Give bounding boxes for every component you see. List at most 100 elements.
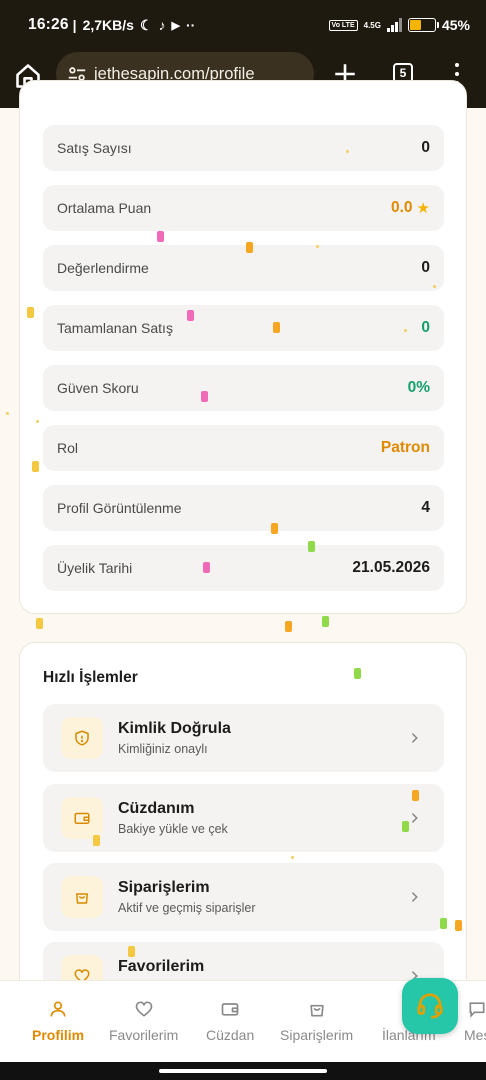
nav-label: Favorilerim (109, 1027, 179, 1043)
stat-value: 0 (421, 319, 430, 336)
stat-row-role: Rol Patron (43, 425, 444, 471)
confetti-piece (402, 821, 409, 832)
stat-label: Tamamlanan Satış (57, 320, 173, 336)
confetti-piece (440, 918, 447, 929)
bag-icon (61, 876, 103, 918)
stat-label: Profil Görüntülenme (57, 500, 182, 516)
confetti-piece (322, 616, 329, 627)
stat-value: 4 (421, 499, 430, 516)
status-right: Vo LTE 4.5G 45% (328, 17, 470, 33)
bag-icon (309, 1004, 324, 1017)
stat-value: 0% (407, 379, 430, 396)
confetti-piece (455, 920, 462, 931)
volte-icon: Vo LTE (328, 19, 358, 31)
confetti-piece (412, 790, 419, 801)
status-bar: 16:26 | 2,7KB/s ☾ ♪ ▶ ·· Vo LTE 4.5G 45% (28, 16, 470, 33)
confetti-piece (285, 621, 292, 632)
support-chat-button[interactable] (402, 978, 458, 1034)
stat-row-member-since: Üyelik Tarihi 21.05.2026 (43, 545, 444, 591)
confetti-piece (128, 946, 135, 957)
stat-label: Satış Sayısı (57, 140, 132, 156)
tiktok-icon: ♪ (158, 17, 166, 33)
confetti-piece (308, 541, 315, 552)
stat-row-profile-views: Profil Görüntülenme 4 (43, 485, 444, 531)
nav-item-orders[interactable]: Siparişlerim (280, 999, 353, 1043)
confetti-piece (354, 668, 361, 679)
play-icon: ▶ (171, 19, 180, 32)
confetti-dot (433, 285, 436, 288)
moon-icon: ☾ (139, 16, 153, 33)
heart-icon (135, 1001, 152, 1017)
stat-row-reviews: Değerlendirme 0 (43, 245, 444, 291)
confetti-dot (6, 412, 9, 415)
stat-label: Ortalama Puan (57, 200, 152, 216)
confetti-dot (404, 329, 407, 332)
confetti-dot (316, 245, 319, 248)
confetti-piece (271, 523, 278, 534)
more-notifications-icon: ·· (185, 17, 196, 33)
nav-label: Siparişlerim (280, 1027, 354, 1043)
signal-icon (386, 18, 402, 32)
nav-label: Profilim (32, 1027, 85, 1043)
chevron-right-icon (411, 733, 418, 743)
stat-value: 0.0 (390, 199, 413, 216)
action-title: Favorilerim (118, 958, 205, 975)
wallet-icon (61, 797, 103, 839)
nav-item-messages[interactable]: Mes (464, 999, 486, 1043)
chevron-right-icon (411, 813, 418, 823)
stat-value: 21.05.2026 (352, 559, 430, 576)
confetti-piece (93, 835, 100, 846)
confetti-piece (187, 310, 194, 321)
nav-item-profile[interactable]: Profilim (32, 999, 84, 1043)
battery-icon (407, 18, 439, 32)
action-title: Siparişlerim (118, 879, 210, 896)
system-gesture-bar (0, 1062, 486, 1080)
confetti-dot (36, 420, 39, 423)
stat-row-sales: Satış Sayısı 0 (43, 125, 444, 171)
stat-value: 0 (421, 139, 430, 156)
stat-label: Rol (57, 440, 79, 456)
profile-stats-card: Satış Sayısı 0 Ortalama Puan 0.0 ★ Değer… (19, 80, 467, 614)
nav-item-favorites[interactable]: Favorilerim (109, 999, 178, 1043)
shield-icon (61, 717, 103, 759)
confetti-piece (246, 242, 253, 253)
status-time: 16:26 (28, 16, 69, 33)
network-speed: 2,7KB/s (82, 17, 134, 33)
action-subtitle: Aktif ve geçmiş siparişler (118, 901, 256, 915)
action-title: Cüzdanım (118, 800, 195, 817)
quick-actions-title: Hızlı İşlemler (43, 669, 138, 686)
user-icon (50, 1001, 66, 1017)
stat-label: Üyelik Tarihi (57, 560, 133, 576)
stat-row-average-rating: Ortalama Puan 0.0 ★ (43, 185, 444, 231)
action-wallet[interactable]: Cüzdanım Bakiye yükle ve çek (43, 784, 444, 852)
action-orders[interactable]: Siparişlerim Aktif ve geçmiş siparişler (43, 863, 444, 931)
headset-icon (417, 993, 443, 1019)
nav-label: Mes (464, 1027, 486, 1043)
nav-label: Cüzdan (206, 1027, 255, 1043)
confetti-piece (27, 307, 34, 318)
confetti-piece (157, 231, 164, 242)
stat-row-trust-score: Güven Skoru 0% (43, 365, 444, 411)
confetti-piece (273, 322, 280, 333)
tab-count: 5 (399, 66, 407, 80)
confetti-piece (201, 391, 208, 402)
network-type: 4.5G (363, 20, 381, 30)
battery-percent: 45% (441, 17, 470, 33)
star-icon: ★ (416, 200, 430, 217)
confetti-dot (291, 856, 294, 859)
stat-value: Patron (380, 439, 430, 456)
stat-value: 0 (421, 259, 430, 276)
confetti-piece (203, 562, 210, 573)
chevron-right-icon (411, 892, 418, 902)
confetti-piece (32, 461, 39, 472)
stat-label: Güven Skoru (57, 380, 139, 396)
confetti-piece (36, 618, 43, 629)
nav-item-wallet[interactable]: Cüzdan (206, 999, 254, 1043)
confetti-dot (346, 150, 349, 153)
stat-row-completed-sales: Tamamlanan Satış 0 (43, 305, 444, 351)
action-subtitle: Kimliğiniz onaylı (118, 742, 208, 756)
stat-label: Değerlendirme (57, 260, 149, 276)
wallet-icon (221, 1003, 239, 1016)
action-verify-identity[interactable]: Kimlik Doğrula Kimliğiniz onaylı (43, 704, 444, 772)
action-title: Kimlik Doğrula (118, 720, 231, 737)
